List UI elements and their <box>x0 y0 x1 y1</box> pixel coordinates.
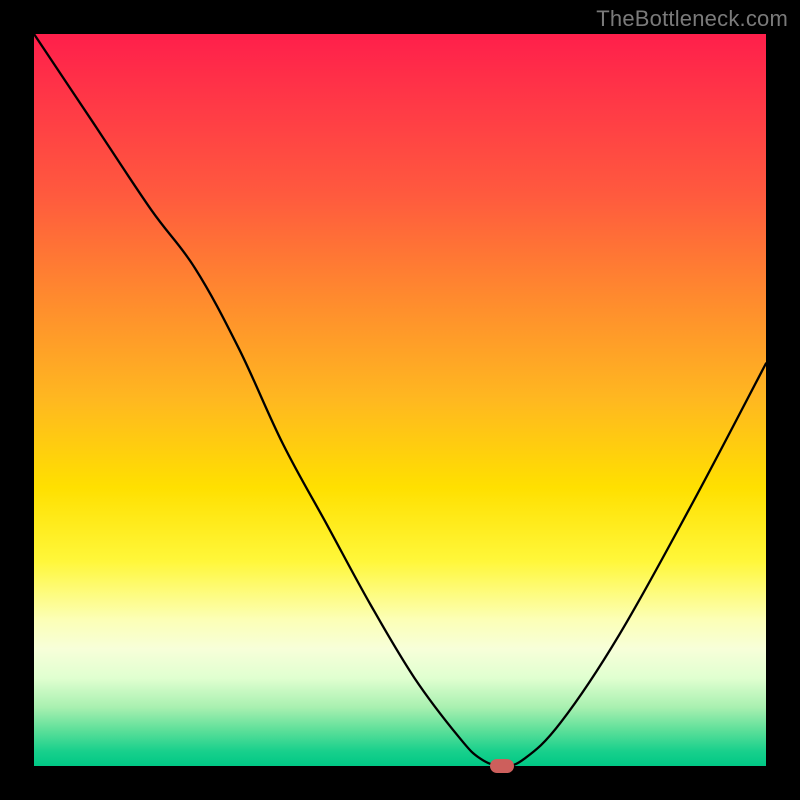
plot-area <box>34 34 766 766</box>
minimum-marker <box>490 759 514 773</box>
chart-frame: TheBottleneck.com <box>0 0 800 800</box>
bottleneck-curve <box>34 34 766 766</box>
watermark-text: TheBottleneck.com <box>596 6 788 32</box>
